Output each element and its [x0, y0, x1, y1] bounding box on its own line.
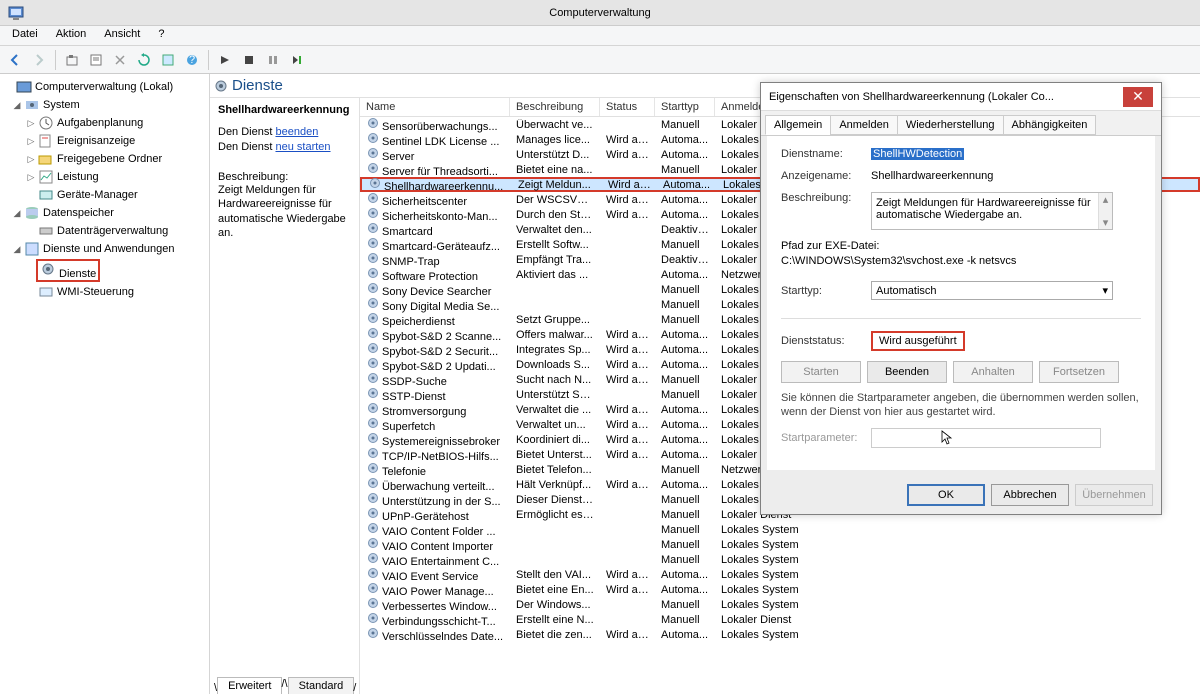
- menu-datei[interactable]: Datei: [4, 26, 46, 45]
- menu-aktion[interactable]: Aktion: [48, 26, 95, 45]
- description-label: Beschreibung:: [781, 192, 871, 204]
- table-row[interactable]: Verbindungsschicht-T...Erstellt eine N..…: [360, 612, 1200, 627]
- bottom-tabs: \ Erweitert /\ Standard /: [214, 674, 356, 694]
- detail-pane: Shellhardwareerkennung Den Dienst beende…: [210, 98, 360, 694]
- tree-wmi[interactable]: WMI-Steuerung: [0, 283, 209, 301]
- scrollbar-icon[interactable]: ▴▾: [1098, 193, 1112, 229]
- svc-name-label: Dienstname:: [781, 148, 871, 160]
- exe-path-label: Pfad zur EXE-Datei:: [781, 240, 1141, 252]
- starttype-combo[interactable]: Automatisch▾: [871, 281, 1113, 300]
- help-icon[interactable]: ?: [181, 49, 203, 71]
- table-row[interactable]: VAIO Power Manage...Bietet eine En...Wir…: [360, 582, 1200, 597]
- pause-button: Anhalten: [953, 361, 1033, 383]
- param-label: Startparameter:: [781, 432, 871, 444]
- table-row[interactable]: VAIO Event ServiceStellt den VAI...Wird …: [360, 567, 1200, 582]
- start-button: Starten: [781, 361, 861, 383]
- tree-services[interactable]: Dienste: [0, 258, 209, 283]
- table-row[interactable]: Verschlüsselndes Date...Bietet die zen..…: [360, 627, 1200, 642]
- col-desc[interactable]: Beschreibung: [510, 98, 600, 116]
- restart-icon[interactable]: [286, 49, 308, 71]
- dialog-tabs: Allgemein Anmelden Wiederherstellung Abh…: [761, 111, 1161, 136]
- refresh-icon[interactable]: [133, 49, 155, 71]
- tree-events[interactable]: ▷Ereignisanzeige: [0, 132, 209, 150]
- app-icon: [8, 5, 24, 21]
- stop-icon[interactable]: [238, 49, 260, 71]
- desc-text: Zeigt Meldungen für Hardwareereignisse f…: [218, 183, 351, 240]
- tree-shares[interactable]: ▷Freigegebene Ordner: [0, 150, 209, 168]
- table-row[interactable]: VAIO Entertainment C...ManuellLokales Sy…: [360, 552, 1200, 567]
- tree-tasks[interactable]: ▷Aufgabenplanung: [0, 114, 209, 132]
- tree-perf[interactable]: ▷Leistung: [0, 168, 209, 186]
- status-label: Dienststatus:: [781, 335, 871, 347]
- selected-service-name: Shellhardwareerkennung: [218, 104, 351, 116]
- tab-erweitert[interactable]: Erweitert: [217, 677, 282, 694]
- desc-label: Beschreibung:: [218, 171, 351, 183]
- toolbar: ?: [0, 46, 1200, 74]
- col-name[interactable]: Name: [360, 98, 510, 116]
- back-icon[interactable]: [4, 49, 26, 71]
- close-icon[interactable]: ✕: [1123, 87, 1153, 107]
- menu-ansicht[interactable]: Ansicht: [96, 26, 148, 45]
- window-title: Computerverwaltung: [549, 7, 651, 19]
- resume-button: Fortsetzen: [1039, 361, 1119, 383]
- svg-text:?: ?: [189, 54, 195, 66]
- hint-text: Sie können die Startparameter angeben, d…: [781, 391, 1141, 420]
- tree-services-apps[interactable]: ◢Dienste und Anwendungen: [0, 240, 209, 258]
- display-name-label: Anzeigename:: [781, 170, 871, 182]
- tree-diskmgmt[interactable]: Datenträgerverwaltung: [0, 222, 209, 240]
- apply-button: Übernehmen: [1075, 484, 1153, 506]
- exe-path-value: C:\WINDOWS\System32\svchost.exe -k netsv…: [781, 255, 1141, 267]
- tree-devices[interactable]: Geräte-Manager: [0, 186, 209, 204]
- tree-view[interactable]: Computerverwaltung (Lokal) ◢System ▷Aufg…: [0, 74, 210, 694]
- starttype-label: Starttyp:: [781, 285, 871, 297]
- status-value: Wird ausgeführt: [871, 331, 965, 351]
- tab-anmelden[interactable]: Anmelden: [830, 115, 898, 135]
- export-icon[interactable]: [157, 49, 179, 71]
- col-status[interactable]: Status: [600, 98, 655, 116]
- tree-storage[interactable]: ◢Datenspeicher: [0, 204, 209, 222]
- description-textarea[interactable]: Zeigt Meldungen für Hardwareereignisse f…: [871, 192, 1113, 230]
- table-row[interactable]: VAIO Content ImporterManuellLokales Syst…: [360, 537, 1200, 552]
- delete-icon[interactable]: [109, 49, 131, 71]
- stop-button[interactable]: Beenden: [867, 361, 947, 383]
- up-icon[interactable]: [61, 49, 83, 71]
- tab-standard[interactable]: Standard: [288, 677, 355, 694]
- svc-name-value[interactable]: ShellHWDetection: [871, 148, 964, 160]
- dialog-title: Eigenschaften von Shellhardwareerkennung…: [769, 91, 1054, 103]
- properties-icon[interactable]: [85, 49, 107, 71]
- tab-abhaengigkeiten[interactable]: Abhängigkeiten: [1003, 115, 1097, 135]
- display-name-value: Shellhardwareerkennung: [871, 170, 1141, 182]
- col-start[interactable]: Starttyp: [655, 98, 715, 116]
- menubar: Datei Aktion Ansicht ?: [0, 26, 1200, 46]
- restart-link[interactable]: neu starten: [275, 141, 330, 153]
- play-icon[interactable]: [214, 49, 236, 71]
- chevron-down-icon: ▾: [1102, 284, 1108, 297]
- menu-help[interactable]: ?: [150, 26, 172, 45]
- tab-allgemein[interactable]: Allgemein: [765, 115, 831, 135]
- tree-system[interactable]: ◢System: [0, 96, 209, 114]
- param-input: [871, 428, 1101, 448]
- ok-button[interactable]: OK: [907, 484, 985, 506]
- cursor-icon: [941, 430, 953, 446]
- tree-root[interactable]: Computerverwaltung (Lokal): [0, 78, 209, 96]
- dialog-titlebar[interactable]: Eigenschaften von Shellhardwareerkennung…: [761, 83, 1161, 111]
- table-row[interactable]: VAIO Content Folder ...ManuellLokales Sy…: [360, 522, 1200, 537]
- table-row[interactable]: Verbessertes Window...Der Windows...Manu…: [360, 597, 1200, 612]
- tab-wiederherstellung[interactable]: Wiederherstellung: [897, 115, 1004, 135]
- stop-link[interactable]: beenden: [275, 126, 318, 138]
- window-titlebar: Computerverwaltung: [0, 0, 1200, 26]
- cancel-button[interactable]: Abbrechen: [991, 484, 1069, 506]
- forward-icon[interactable]: [28, 49, 50, 71]
- properties-dialog: Eigenschaften von Shellhardwareerkennung…: [760, 82, 1162, 515]
- pause-icon[interactable]: [262, 49, 284, 71]
